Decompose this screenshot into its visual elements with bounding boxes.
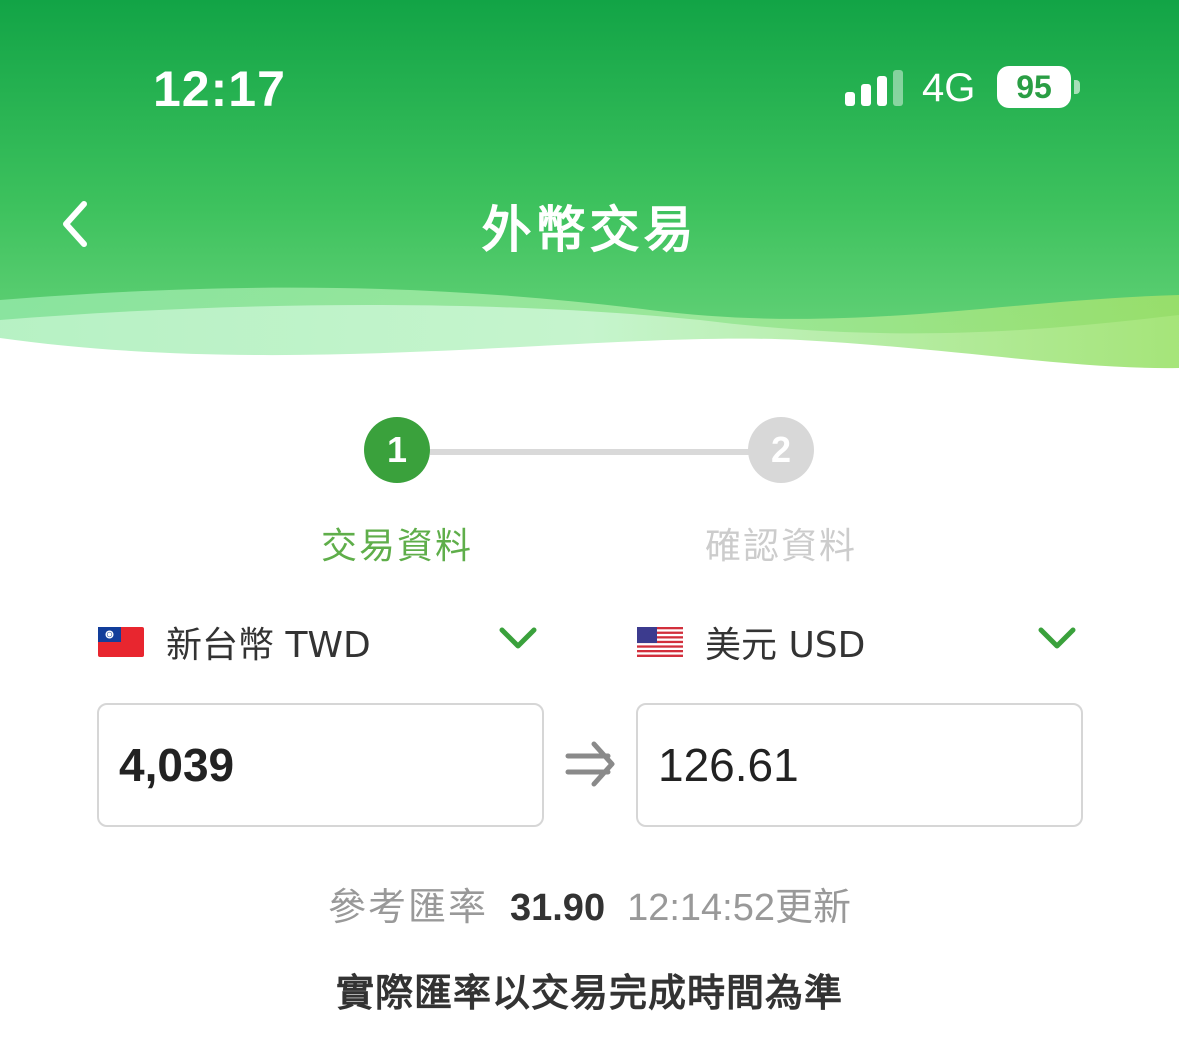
rate-updated-suffix: 更新 xyxy=(775,885,852,929)
step-2-indicator: 2 xyxy=(748,417,814,483)
rate-value: 31.90 xyxy=(509,887,606,929)
step-2-label: 確認資料 xyxy=(704,526,857,567)
rate-updated-time: 12:14:52 xyxy=(627,887,775,929)
from-currency-name: 新台幣 TWD xyxy=(166,625,371,666)
battery-tip xyxy=(1074,80,1080,94)
battery-icon: 95 xyxy=(997,66,1071,108)
signal-strength-icon xyxy=(845,70,903,106)
rate-disclaimer: 實際匯率以交易完成時間為準 xyxy=(335,971,843,1015)
step-1-label: 交易資料 xyxy=(320,526,473,567)
status-time: 12:17 xyxy=(153,61,286,117)
to-currency-name: 美元 USD xyxy=(705,625,866,666)
battery-level: 95 xyxy=(1016,68,1052,105)
to-amount-input[interactable]: 126.61 xyxy=(636,703,1083,827)
rate-label: 參考匯率 xyxy=(327,885,488,929)
taiwan-flag-icon xyxy=(98,627,144,657)
convert-arrow-icon xyxy=(565,741,615,787)
from-currency-select[interactable]: 新台幣 TWD xyxy=(98,612,538,672)
usa-flag-icon xyxy=(637,627,683,657)
from-amount-input[interactable]: 4,039 xyxy=(97,703,544,827)
step-1-indicator: 1 xyxy=(364,417,430,483)
chevron-down-icon xyxy=(1038,627,1076,649)
header: 12:17 4G 95 外幣交易 xyxy=(0,0,1179,380)
chevron-down-icon xyxy=(499,627,537,649)
to-currency-select[interactable]: 美元 USD xyxy=(637,612,1077,672)
page-title: 外幣交易 xyxy=(481,201,698,259)
stepper-connector xyxy=(430,449,750,455)
screen: 12:17 4G 95 外幣交易 1 2 交易資料 確認資料 新台幣 TWD 美… xyxy=(0,0,1179,1049)
reference-rate: 參考匯率 31.90 12:14:52更新 xyxy=(0,876,1179,931)
network-type: 4G xyxy=(922,66,976,110)
